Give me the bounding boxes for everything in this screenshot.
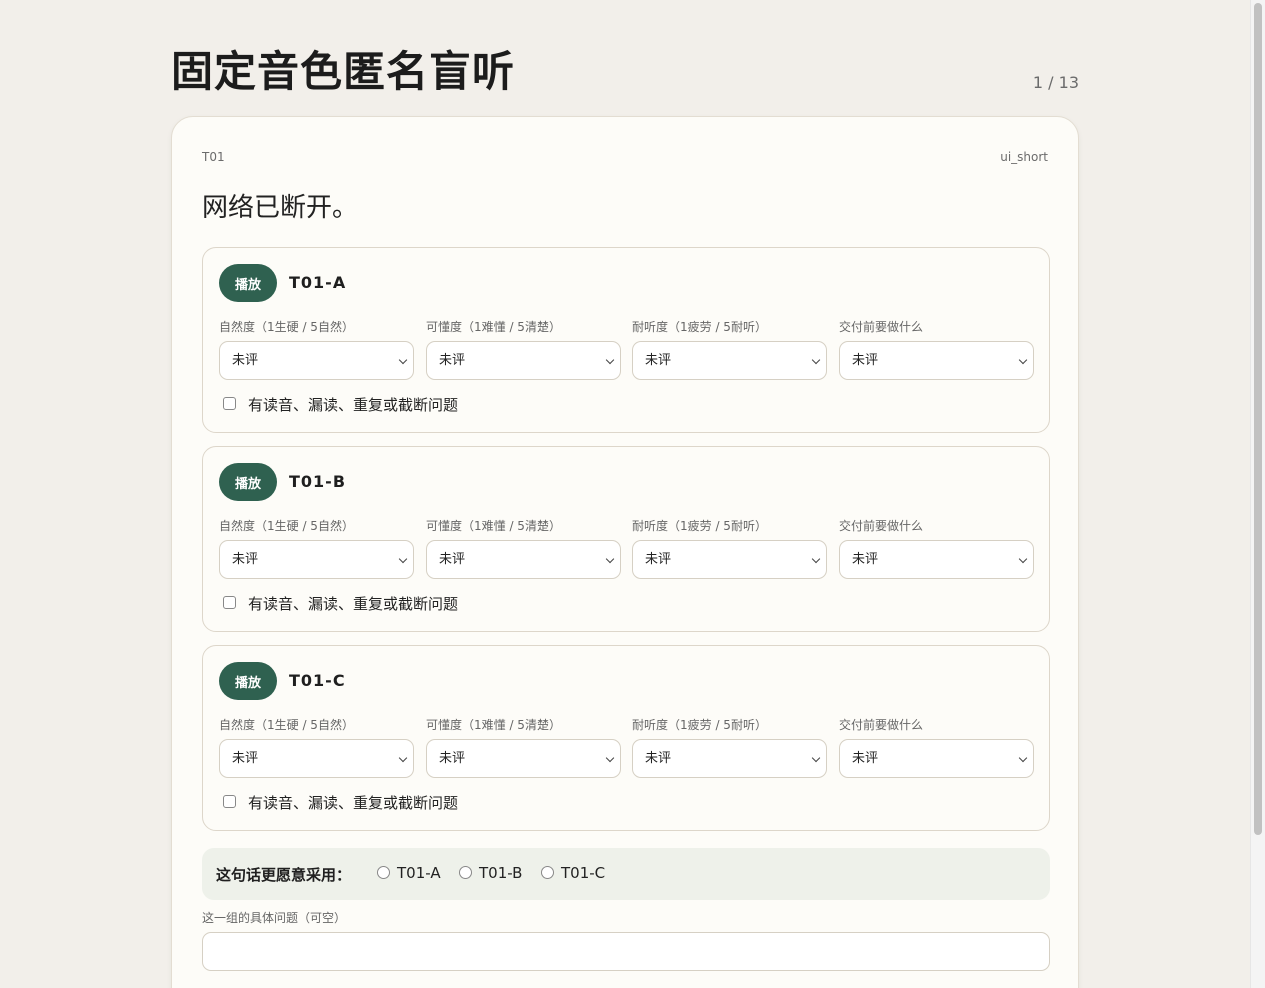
intelligibility-select[interactable]: 未评 [426, 540, 621, 579]
sentence-text: 网络已断开。 [202, 193, 359, 223]
radio-button[interactable] [459, 866, 472, 879]
issue-checkbox[interactable] [223, 397, 236, 410]
chevron-down-icon [811, 753, 821, 763]
play-button[interactable]: 播放 [219, 264, 277, 302]
chevron-down-icon [1018, 753, 1028, 763]
issue-checkbox-label[interactable]: 有读音、漏读、重复或截断问题 [248, 593, 458, 614]
intelligibility-label: 可懂度（1难懂 / 5清楚） [426, 718, 561, 732]
listenability-field: 耐听度（1疲劳 / 5耐听） 未评 [632, 318, 827, 380]
select-value: 未评 [645, 353, 672, 368]
delivery-action-select[interactable]: 未评 [839, 341, 1034, 380]
listenability-select[interactable]: 未评 [632, 739, 827, 778]
naturalness-field: 自然度（1生硬 / 5自然） 未评 [219, 318, 414, 380]
naturalness-label: 自然度（1生硬 / 5自然） [219, 320, 354, 334]
variant-panel-c: 播放 T01-C 自然度（1生硬 / 5自然） 未评 可懂度（1难懂 / 5清楚… [202, 645, 1050, 831]
select-value: 未评 [232, 552, 259, 567]
delivery-action-field: 交付前要做什么 未评 [839, 716, 1034, 778]
chevron-down-icon [398, 554, 408, 564]
intelligibility-field: 可懂度（1难懂 / 5清楚） 未评 [426, 716, 621, 778]
delivery-action-select[interactable]: 未评 [839, 540, 1034, 579]
page: 固定音色匿名盲听 1 / 13 T01 ui_short 网络已断开。 播放 T… [171, 0, 1079, 988]
intelligibility-select[interactable]: 未评 [426, 739, 621, 778]
naturalness-field: 自然度（1生硬 / 5自然） 未评 [219, 517, 414, 579]
page-title: 固定音色匿名盲听 [171, 47, 516, 96]
listenability-label: 耐听度（1疲劳 / 5耐听） [632, 519, 767, 533]
delivery-action-label: 交付前要做什么 [839, 519, 924, 533]
preference-panel: 这句话更愿意采用： T01-A T01-B T01-C [202, 848, 1050, 900]
delivery-action-label: 交付前要做什么 [839, 718, 924, 732]
variant-name: T01-B [289, 472, 347, 491]
listenability-select[interactable]: 未评 [632, 540, 827, 579]
item-id: T01 [202, 150, 225, 164]
naturalness-select[interactable]: 未评 [219, 341, 414, 380]
item-tag: ui_short [1000, 150, 1048, 164]
radio-button[interactable] [541, 866, 554, 879]
issue-checkbox-label[interactable]: 有读音、漏读、重复或截断问题 [248, 792, 458, 813]
listenability-field: 耐听度（1疲劳 / 5耐听） 未评 [632, 716, 827, 778]
naturalness-select[interactable]: 未评 [219, 739, 414, 778]
select-value: 未评 [439, 751, 466, 766]
variant-name: T01-C [289, 671, 346, 690]
naturalness-label: 自然度（1生硬 / 5自然） [219, 519, 354, 533]
scrollbar-thumb[interactable] [1254, 3, 1262, 835]
item-card: T01 ui_short 网络已断开。 播放 T01-A 自然度（1生硬 / 5… [171, 116, 1079, 988]
radio-label[interactable]: T01-B [479, 864, 522, 882]
intelligibility-label: 可懂度（1难懂 / 5清楚） [426, 320, 561, 334]
preference-label: 这句话更愿意采用： [216, 866, 352, 884]
notes-label: 这一组的具体问题（可空） [202, 911, 347, 925]
select-value: 未评 [439, 552, 466, 567]
delivery-action-field: 交付前要做什么 未评 [839, 318, 1034, 380]
issue-checkbox[interactable] [223, 795, 236, 808]
progress-counter: 1 / 13 [1032, 73, 1079, 92]
select-value: 未评 [232, 353, 259, 368]
listenability-select[interactable]: 未评 [632, 341, 827, 380]
naturalness-field: 自然度（1生硬 / 5自然） 未评 [219, 716, 414, 778]
intelligibility-label: 可懂度（1难懂 / 5清楚） [426, 519, 561, 533]
chevron-down-icon [605, 554, 615, 564]
issue-checkbox-label[interactable]: 有读音、漏读、重复或截断问题 [248, 394, 458, 415]
select-value: 未评 [852, 751, 879, 766]
chevron-down-icon [811, 554, 821, 564]
naturalness-label: 自然度（1生硬 / 5自然） [219, 718, 354, 732]
chevron-down-icon [1018, 355, 1028, 365]
play-button[interactable]: 播放 [219, 662, 277, 700]
chevron-down-icon [1018, 554, 1028, 564]
variant-panel-b: 播放 T01-B 自然度（1生硬 / 5自然） 未评 可懂度（1难懂 / 5清楚… [202, 446, 1050, 632]
listenability-field: 耐听度（1疲劳 / 5耐听） 未评 [632, 517, 827, 579]
select-value: 未评 [645, 751, 672, 766]
radio-label[interactable]: T01-C [561, 864, 605, 882]
issue-checkbox[interactable] [223, 596, 236, 609]
radio-label[interactable]: T01-A [397, 864, 441, 882]
select-value: 未评 [232, 751, 259, 766]
notes-input[interactable] [202, 932, 1050, 971]
play-button[interactable]: 播放 [219, 463, 277, 501]
listenability-label: 耐听度（1疲劳 / 5耐听） [632, 718, 767, 732]
intelligibility-select[interactable]: 未评 [426, 341, 621, 380]
delivery-action-select[interactable]: 未评 [839, 739, 1034, 778]
chevron-down-icon [605, 355, 615, 365]
header: 固定音色匿名盲听 1 / 13 [171, 0, 1079, 116]
variant-name: T01-A [289, 273, 347, 292]
delivery-action-label: 交付前要做什么 [839, 320, 924, 334]
select-value: 未评 [852, 552, 879, 567]
select-value: 未评 [645, 552, 672, 567]
select-value: 未评 [852, 353, 879, 368]
listenability-label: 耐听度（1疲劳 / 5耐听） [632, 320, 767, 334]
scrollbar[interactable] [1250, 0, 1265, 988]
chevron-down-icon [398, 355, 408, 365]
radio-button[interactable] [377, 866, 390, 879]
select-value: 未评 [439, 353, 466, 368]
chevron-down-icon [398, 753, 408, 763]
intelligibility-field: 可懂度（1难懂 / 5清楚） 未评 [426, 318, 621, 380]
intelligibility-field: 可懂度（1难懂 / 5清楚） 未评 [426, 517, 621, 579]
delivery-action-field: 交付前要做什么 未评 [839, 517, 1034, 579]
chevron-down-icon [811, 355, 821, 365]
chevron-down-icon [605, 753, 615, 763]
variant-panel-a: 播放 T01-A 自然度（1生硬 / 5自然） 未评 可懂度（1难懂 / 5清楚… [202, 247, 1050, 433]
naturalness-select[interactable]: 未评 [219, 540, 414, 579]
